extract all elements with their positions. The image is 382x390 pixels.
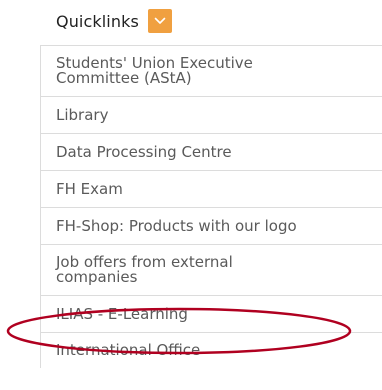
quicklink-job-offers[interactable]: Job offers from external companies	[41, 244, 382, 295]
quicklinks-menu: Students' Union Executive Committee (ASt…	[40, 45, 382, 368]
quicklink-international-office[interactable]: International Office	[41, 332, 382, 368]
quicklink-ilias[interactable]: ILIAS - E-Learning	[41, 295, 382, 332]
chevron-down-icon	[154, 17, 166, 24]
quicklink-label: Job offers from external companies	[56, 253, 233, 286]
quicklinks-toggle-button[interactable]	[147, 9, 172, 33]
quicklink-label: Library	[56, 105, 109, 124]
quicklink-fh-shop[interactable]: FH-Shop: Products with our logo	[41, 207, 382, 244]
quicklinks-panel: Quicklinks Students' Union Executive Com…	[0, 0, 382, 390]
quicklink-asta[interactable]: Students' Union Executive Committee (ASt…	[41, 45, 382, 96]
quicklink-fh-exam[interactable]: FH Exam	[41, 170, 382, 207]
quicklinks-title: Quicklinks	[56, 11, 139, 31]
quicklink-label: Data Processing Centre	[56, 142, 232, 161]
quicklink-library[interactable]: Library	[41, 96, 382, 133]
quicklinks-header: Quicklinks	[56, 7, 172, 35]
quicklink-label: ILIAS - E-Learning	[56, 304, 188, 323]
quicklink-label: Students' Union Executive Committee (ASt…	[56, 54, 253, 87]
quicklink-label: FH Exam	[56, 179, 123, 198]
quicklink-label: International Office	[56, 341, 201, 359]
quicklink-label: FH-Shop: Products with our logo	[56, 216, 297, 235]
quicklink-data-processing-centre[interactable]: Data Processing Centre	[41, 133, 382, 170]
